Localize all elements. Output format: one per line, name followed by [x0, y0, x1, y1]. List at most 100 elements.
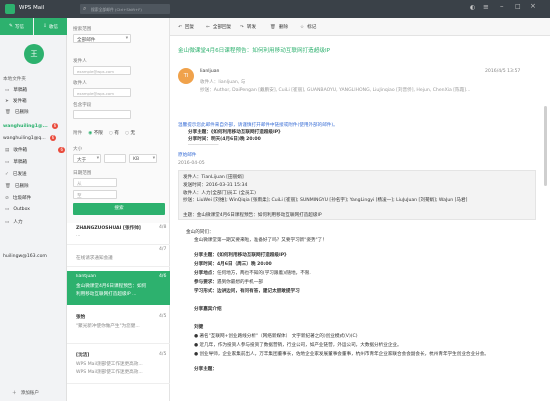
share-place: 分享地点：任何地方，两也不知的(学习跟着)/随地，不限.	[194, 271, 311, 276]
message-preview: "聚光新冲使你做产生"为您健...	[76, 324, 140, 329]
menu-icon[interactable]: ≡	[483, 3, 489, 11]
meta-line: 发送时间：2016-03-31 15:34	[183, 183, 248, 188]
sidebar-item-inbox[interactable]: ▤ 收件箱 6	[5, 147, 65, 153]
search-placeholder: 搜索全部邮件 (Ctrl+Shift+F)	[91, 6, 142, 12]
maximize-icon[interactable]: □	[515, 3, 521, 10]
meta-line: 发件人：TianLijuan [田丽娟]	[183, 175, 244, 180]
att-radio-yes[interactable]: ○ 有	[109, 130, 119, 136]
sidebar-item-outbox[interactable]: ▭ Outbox	[5, 207, 30, 212]
size-label: 大小	[73, 147, 83, 152]
message-item[interactable]: ZHANGZUOSHUAI [张作帅] 4/8 ...	[67, 223, 170, 245]
meta-line: 收件人：人力[全部门]员工 (全员工)	[183, 191, 256, 196]
close-icon[interactable]: ×	[530, 2, 536, 10]
sidebar-account-3[interactable]: huilingw@163.com	[3, 254, 47, 259]
sidebar-item-deleted[interactable]: 🗑 已删除	[5, 183, 29, 190]
account-2-badge: 6	[49, 135, 57, 141]
draft-icon: ▭	[5, 87, 10, 93]
mail-body: 温馨提示您此邮件来自外部，请谨慎打开邮件中链接或附件(使用外部的邮件)。 分享主…	[178, 104, 538, 401]
message-sender: liantjuan	[76, 274, 96, 279]
message-item[interactable]: 张怡 4/5 "聚光新冲使你做产生"为您健...	[67, 310, 170, 344]
skin-icon[interactable]: ◐	[470, 4, 475, 11]
message-preview: 在线请求通知会議	[76, 256, 113, 261]
account-avatar[interactable]: 王	[24, 44, 44, 64]
sender-input[interactable]: example@wps.com	[73, 66, 131, 75]
minimize-icon[interactable]: –	[500, 2, 504, 10]
forward-icon: ↷	[240, 24, 244, 30]
app-logo-icon	[5, 4, 15, 14]
size-op-select[interactable]: 大于 ▾	[73, 154, 101, 163]
share-theme-2: 分享主题：	[194, 367, 217, 372]
message-date: 4/7	[159, 247, 167, 252]
study-form: 学习形式：边讲边问，有问有答，建记太胆敢提学习	[194, 289, 300, 294]
sender-name[interactable]: lianljuan	[200, 69, 219, 74]
radio-selected-icon: ◉	[88, 131, 93, 136]
search-icon: ⌕	[83, 5, 87, 12]
message-preview-2: WPS Mail测部使工作迷更高效...	[76, 370, 143, 375]
sidebar-item-sent[interactable]: ✓ 已发送	[5, 171, 27, 178]
reply-button[interactable]: ↶ 回复	[178, 24, 194, 31]
original-mail-label[interactable]: 原始邮件	[178, 152, 196, 158]
sent-icon: ✓	[5, 171, 9, 177]
trash-icon: 🗑	[5, 109, 11, 115]
recipient-input[interactable]: example@wps.com	[73, 88, 131, 97]
delete-button[interactable]: 🗑 删除	[270, 24, 288, 31]
attachment-row: 附件 ◉ 不限 ○ 有 ○ 无	[73, 130, 135, 136]
local-folders-header[interactable]: 本地文件夹	[3, 76, 26, 82]
guest-bullet: ● 著名"互联网+创业路线分析"（网络新媒体） 文字新纪著之的)创业模式(V)(…	[194, 334, 358, 339]
receive-icon: ⇩	[42, 24, 47, 29]
sidebar-item-drafts-local[interactable]: ▭ 草稿箱	[5, 87, 27, 94]
pen-icon: ✎	[8, 24, 13, 29]
reader-scrollbar[interactable]	[544, 106, 547, 186]
reply-icon: ↶	[178, 24, 182, 30]
message-date: 4/8	[159, 225, 167, 230]
date-from-input[interactable]: 从	[73, 178, 117, 187]
sidebar-account-2[interactable]: wanghuiling1@q... 6	[3, 135, 65, 141]
search-button[interactable]: 搜索	[73, 203, 165, 215]
message-preview-2: 利用移动互联网打造超级IP ...	[76, 292, 137, 297]
mail-toolbar: ↶ 回复 ⇐ 全部回复 ↷ 转发 🗑 删除 ☆ 标记	[170, 18, 550, 36]
folder-icon: ▭	[5, 219, 10, 225]
message-preview: 金山微课堂4月6日课程预告：如何	[76, 284, 147, 289]
search-scope-label: 搜索范围	[73, 27, 92, 32]
search-scope-select[interactable]: 全部邮件 ▾	[73, 34, 131, 43]
sidebar-item-hr[interactable]: ▭ 人力	[5, 219, 23, 226]
att-radio-no[interactable]: ○ 无	[125, 130, 135, 136]
subject-input[interactable]	[73, 110, 131, 119]
date-label: 日期范围	[73, 171, 92, 176]
mail-subject: 金山微课堂4月6日课程预告：如何利用移动互联网打造超级IP	[178, 48, 330, 54]
global-search-input[interactable]: ⌕ 搜索全部邮件 (Ctrl+Shift+F)	[80, 4, 170, 14]
sidebar-item-outbox-local[interactable]: ➤ 发件箱	[5, 98, 27, 105]
meta-line: 抄送：LiuWei [刘维]; WinQiqia [张雨柔]; CuiLi [崔…	[183, 198, 468, 203]
sidebar-item-trash-local[interactable]: 🗑 已删除	[5, 109, 29, 116]
message-item-selected[interactable]: liantjuan 4/6 金山微课堂4月6日课程预告：如何 利用移动互联网打造…	[67, 271, 170, 305]
radio-icon: ○	[124, 131, 129, 136]
mail-reader: 金山微课堂4月6日课程预告：如何利用移动互联网打造超级IP TI lianlju…	[170, 36, 550, 401]
mail-date: 2016/4/5 13:57	[485, 69, 521, 74]
size-unit-select[interactable]: KB ▾	[129, 154, 157, 163]
reply-all-button[interactable]: ⇐ 全部回复	[206, 24, 231, 31]
app-title: WPS Mail	[19, 5, 45, 11]
sidebar-item-spam[interactable]: ⊘ 垃圾邮件	[5, 195, 31, 202]
sender-label: 发件人	[73, 59, 87, 64]
message-item[interactable]: 4/7 在线请求通知会議	[67, 245, 170, 267]
sidebar-item-drafts[interactable]: ▭ 草稿箱	[5, 159, 27, 166]
sidebar-account-1[interactable]: wanghuiling1@... 6	[3, 123, 65, 129]
notice-theme: 分享主题：《如何利用移动互联网打造超级IP》	[188, 130, 283, 135]
receive-button[interactable]: ⇩ 收信	[34, 18, 67, 35]
message-sender: 张怡	[76, 315, 86, 320]
mark-button[interactable]: ☆ 标记	[300, 24, 316, 31]
att-radio-any[interactable]: ◉ 不限	[88, 130, 103, 136]
forward-button[interactable]: ↷ 转发	[240, 24, 256, 31]
reply-all-icon: ⇐	[206, 24, 210, 30]
compose-button[interactable]: ✎ 写信	[0, 18, 33, 35]
guest-name: 刘健	[194, 325, 204, 330]
title-bar: WPS Mail ⌕ 搜索全部邮件 (Ctrl+Shift+F) ◐ ≡ – □…	[0, 0, 550, 18]
advanced-search-panel: 搜索范围 全部邮件 ▾ 发件人 example@wps.com 收件人 exam…	[67, 18, 170, 223]
add-account-button[interactable]: ＋添加账户	[12, 390, 39, 396]
account-1-badge: 6	[51, 123, 59, 129]
date-to-input[interactable]: 至	[73, 190, 117, 199]
message-date: 4/5	[159, 314, 167, 319]
message-item[interactable]: [沈洁] 4/5 WPS Mail测部使工作迷更高效... WPS Mail测部…	[67, 348, 170, 384]
size-value-input[interactable]	[104, 154, 126, 163]
message-date: 4/5	[159, 352, 167, 357]
